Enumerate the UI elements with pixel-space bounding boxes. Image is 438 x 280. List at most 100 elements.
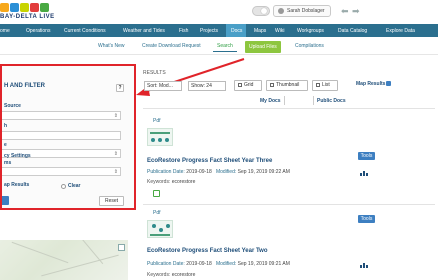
nav-item-workgroups[interactable]: Workgroups [294, 24, 336, 37]
user-menu-button[interactable]: Sarah Dobslager [273, 5, 331, 17]
search-input[interactable] [2, 131, 121, 140]
page-size-select[interactable]: Show: 24 [188, 81, 226, 91]
search-submit-button[interactable] [2, 196, 9, 205]
clear-radio[interactable] [61, 184, 66, 189]
grid-icon [238, 83, 242, 87]
map-results-label: Map Results [356, 81, 386, 87]
nav-item-wiki[interactable]: Wiki [272, 24, 294, 37]
group-share-icon[interactable] [360, 263, 369, 268]
nav-item-explore-data[interactable]: Explore Data [383, 24, 438, 37]
filter-panel-title: H AND FILTER [4, 83, 45, 89]
tools-button[interactable]: Tools [358, 215, 375, 223]
nav-item-fish[interactable]: Fish [178, 24, 199, 37]
nav-item-label: Weather and Tides [123, 27, 165, 34]
thumb-bar [150, 234, 170, 236]
result-title-link[interactable]: EcoRestore Progress Fact Sheet Year Thre… [147, 158, 272, 164]
document-thumbnail[interactable] [147, 128, 173, 146]
reset-button[interactable]: Reset [99, 196, 124, 206]
tools-button[interactable]: Tools [358, 152, 375, 160]
my-docs-filter[interactable]: My Docs [260, 98, 281, 104]
theme-toggle[interactable] [252, 6, 270, 16]
search-label: h [4, 123, 8, 129]
nav-item-label: Fish [179, 27, 189, 34]
logo-square-icon [30, 3, 39, 12]
nav-item-label: Data Catalog [338, 27, 368, 34]
select-caret-icon: ⇕ [113, 169, 118, 175]
publication-date: 2019-09-18 [186, 261, 212, 267]
nav-item-docs[interactable]: Docs [226, 24, 246, 37]
icon-bar [363, 171, 365, 176]
sort-select[interactable]: Sort: Mod... [144, 81, 182, 91]
modified-date: Sep 19, 2019 09:21 AM [237, 261, 290, 267]
nav-item-operations[interactable]: Operations [24, 24, 62, 37]
result-keywords: Keywords: ecorestore [147, 272, 195, 278]
nav-item-label: Operations [26, 27, 51, 34]
map-results-toggle[interactable]: Map Results [356, 81, 392, 87]
share-icon[interactable] [153, 190, 160, 197]
map-preview[interactable] [0, 240, 128, 280]
nav-item-data-catalog[interactable]: Data Catalog [336, 24, 383, 37]
document-thumbnail[interactable] [147, 220, 173, 238]
map-expand-icon[interactable] [118, 244, 125, 251]
thumb-bar [150, 132, 170, 134]
source-label: Source [4, 103, 21, 109]
file-type-label: Pdf [153, 118, 161, 124]
nav-item-label: Explore Data [386, 27, 415, 34]
nav-item-maps[interactable]: Maps [246, 24, 272, 37]
search-tab[interactable]: Search [213, 40, 237, 52]
toggle-knob [261, 8, 267, 14]
whats-new-link[interactable]: What's New [98, 43, 125, 49]
search-filter-panel: H AND FILTER ? Source ⇕ h e ⇕ ms ⇕ cy Se… [0, 64, 136, 210]
clear-label: Clear [68, 183, 81, 189]
result-item: Pdf Tools EcoRestore Progress Fact Sheet… [143, 206, 435, 280]
publication-date: 2019-09-18 [186, 169, 212, 175]
user-name: Sarah Dobslager [287, 8, 325, 14]
results-heading: RESULTS [143, 70, 166, 76]
nav-item-label: Projects [200, 27, 219, 34]
divider [284, 96, 285, 105]
back-arrow-icon[interactable]: ⬅ [341, 6, 349, 16]
file-type-label: Pdf [153, 210, 161, 216]
keywords-label: Keywords: [147, 179, 171, 185]
result-title-link[interactable]: EcoRestore Progress Fact Sheet Year Two [147, 248, 268, 254]
public-docs-filter[interactable]: Public Docs [317, 98, 346, 104]
select-caret-icon: ⇕ [113, 151, 118, 157]
icon-bar [360, 265, 362, 268]
compilations-link[interactable]: Compilations [295, 43, 324, 49]
nav-item-current-conditions[interactable]: Current Conditions [62, 24, 121, 37]
logo-text: BAY-DELTA LIVE [0, 14, 55, 20]
nav-item-weather-and-tides[interactable]: Weather and Tides [121, 24, 178, 37]
nav-item-home[interactable]: ome [0, 24, 24, 37]
thumbnail-view-button[interactable]: Thumbnail [266, 80, 308, 91]
results-separator [143, 108, 435, 109]
grid-view-button[interactable]: Grid [234, 80, 262, 91]
publication-date-label: Publication Date: [147, 169, 185, 175]
modified-label: Modified: [215, 169, 237, 175]
upload-files-button[interactable]: Upload Files [245, 41, 281, 53]
logo-square-icon [0, 3, 9, 12]
result-dates: Publication Date: 2019-09-18 Modified: S… [147, 261, 290, 267]
divider [313, 96, 314, 105]
forward-arrow-icon[interactable]: ➡ [352, 6, 360, 16]
nav-item-label: Workgroups [297, 27, 324, 34]
source-select[interactable]: ⇕ [2, 111, 121, 120]
nav-item-label: Docs [231, 27, 243, 34]
group-share-icon[interactable] [360, 171, 369, 176]
results-separator [143, 204, 435, 205]
logo-square-icon [20, 3, 29, 12]
items-select[interactable]: ⇕ [2, 167, 121, 176]
create-download-request-link[interactable]: Create Download Request [142, 43, 201, 49]
nav-item-projects[interactable]: Projects [199, 24, 226, 37]
icon-bar [366, 265, 368, 268]
list-view-button[interactable]: List [312, 80, 338, 91]
map-road [11, 241, 69, 264]
icon-bar [363, 263, 365, 268]
nav-item-label: ome [0, 27, 10, 34]
thumb-dot [151, 138, 155, 142]
logo-square-icon [40, 3, 49, 12]
site-logo[interactable]: BAY-DELTA LIVE [0, 2, 60, 22]
list-view-label: List [322, 82, 330, 88]
keywords-value: ecorestore [171, 272, 196, 278]
help-button[interactable]: ? [116, 84, 124, 92]
grid-view-label: Grid [244, 82, 254, 88]
